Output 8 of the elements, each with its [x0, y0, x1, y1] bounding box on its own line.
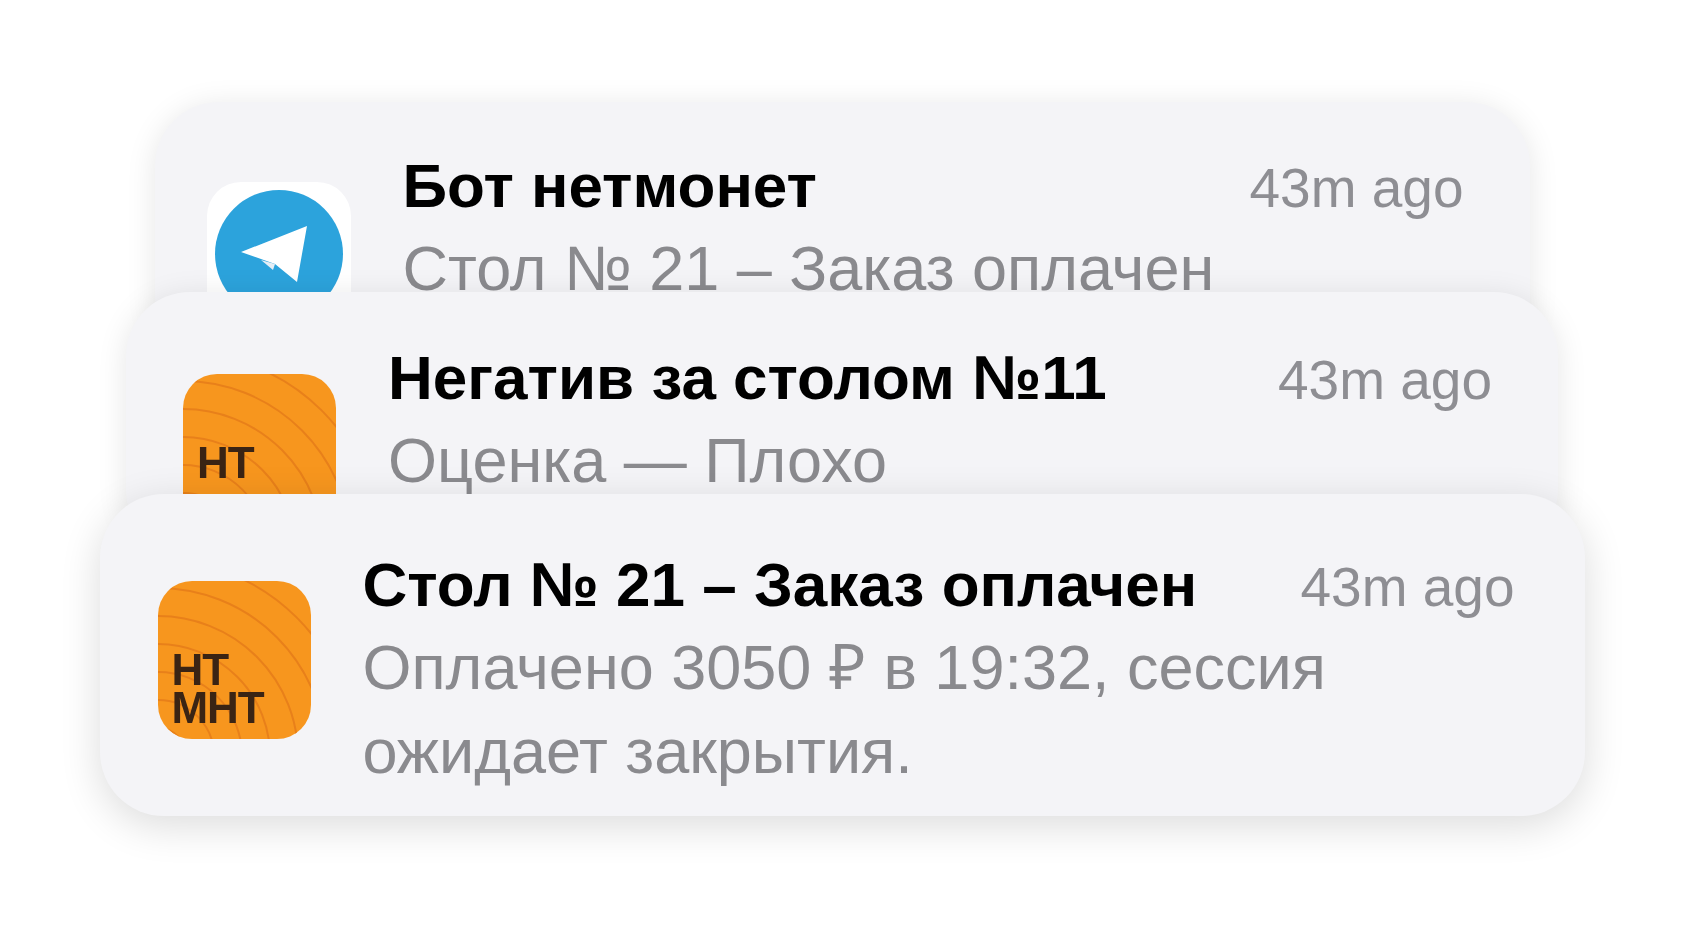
notification-body: Оценка — Плохо — [388, 424, 889, 497]
logo-text: НТ — [171, 651, 229, 689]
notification-body: Оплачено 3050 ₽ в 19:32, сессия ожидает закрытия. — [362, 631, 1327, 788]
logo-text: МНТ — [171, 689, 264, 727]
logo-text: НТ — [197, 444, 254, 482]
timestamp: 43m ago — [1249, 156, 1464, 221]
notification-title: Бот нетмонет — [402, 150, 817, 222]
timestamp: 43m ago — [1300, 555, 1515, 620]
